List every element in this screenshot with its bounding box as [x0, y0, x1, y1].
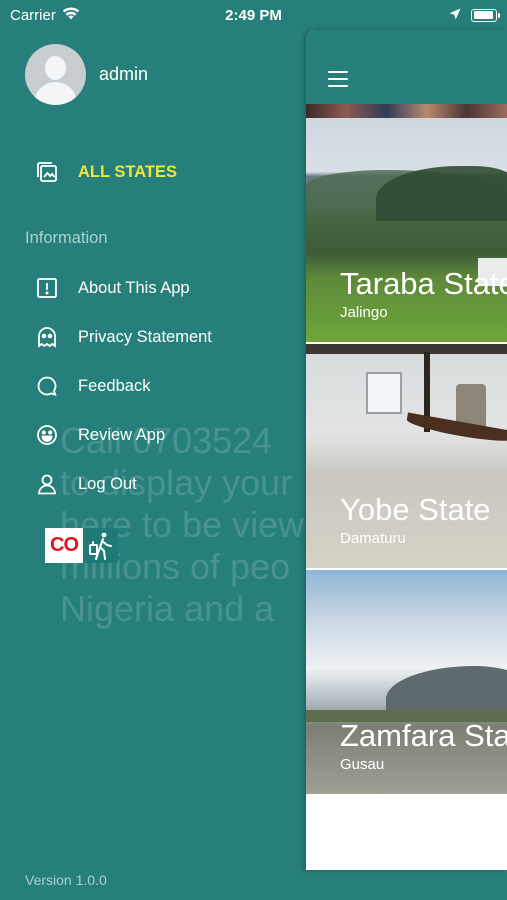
menu-item-label: Privacy Statement [78, 327, 212, 346]
state-card-taraba[interactable]: Taraba State Jalingo [306, 118, 507, 344]
menu-item-about[interactable]: About This App [35, 273, 190, 303]
state-card-zamfara[interactable]: Zamfara State Gusau [306, 570, 507, 796]
previous-card-strip [306, 104, 507, 118]
menu-item-label: Review App [78, 425, 166, 444]
status-time: 2:49 PM [225, 6, 282, 24]
status-bar: Carrier 2:49 PM [0, 0, 507, 30]
menu-icon[interactable] [328, 71, 348, 92]
battery-icon [471, 8, 500, 22]
state-capital: Jalingo [340, 304, 388, 321]
username: admin [99, 64, 149, 84]
state-name: Yobe State [340, 492, 491, 527]
gallery-icon [35, 160, 59, 184]
advert-logo[interactable]: CO [45, 528, 118, 563]
menu-item-feedback[interactable]: Feedback [35, 371, 150, 401]
state-capital: Gusau [340, 756, 385, 773]
menu-item-label: Feedback [78, 376, 151, 395]
profile-header[interactable]: admin [25, 44, 148, 105]
app-bar [306, 30, 507, 104]
menu-item-privacy[interactable]: Privacy Statement [35, 322, 212, 352]
state-name: Zamfara State [340, 718, 507, 753]
state-capital: Damaturu [340, 530, 406, 547]
main-panel[interactable]: Taraba State Jalingo Yobe State Damaturu… [306, 30, 507, 870]
navigation-drawer: admin ALL STATES Information About This … [0, 0, 306, 900]
state-name: Taraba State [340, 266, 507, 301]
menu-item-label: About This App [78, 278, 190, 297]
menu-item-all-states[interactable]: ALL STATES [35, 157, 177, 187]
app-version: Version 1.0.0 [25, 872, 107, 888]
chat-bubble-icon [35, 374, 59, 398]
user-icon [35, 472, 59, 496]
advert-logo-text: CO [45, 528, 83, 563]
exclamation-box-icon [35, 276, 59, 300]
avatar[interactable] [25, 44, 86, 105]
menu-item-review[interactable]: Review App [35, 420, 165, 450]
traveler-icon [83, 528, 118, 563]
section-title-information: Information [25, 229, 108, 247]
smiley-icon [35, 423, 59, 447]
menu-item-logout[interactable]: Log Out [35, 469, 137, 499]
menu-item-label: Log Out [78, 474, 137, 493]
ghost-icon [35, 325, 59, 349]
state-card-yobe[interactable]: Yobe State Damaturu [306, 344, 507, 570]
menu-item-label: ALL STATES [78, 162, 177, 181]
